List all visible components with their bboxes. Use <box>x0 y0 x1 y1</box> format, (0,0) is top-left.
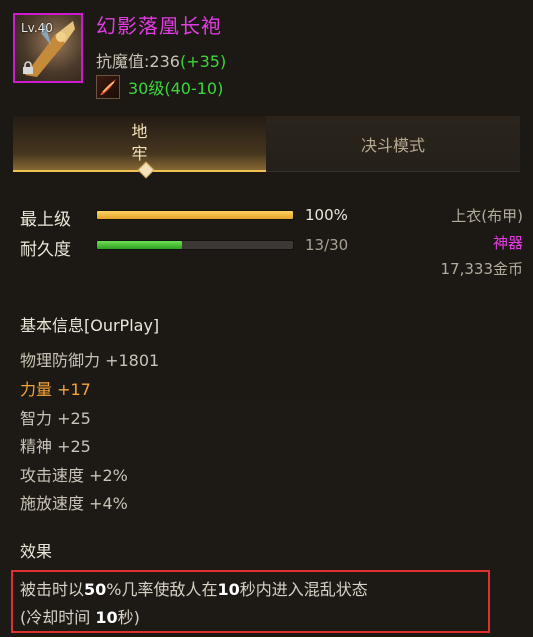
tab-dungeon[interactable]: 地牢 <box>13 116 266 172</box>
magic-resist-line: 抗魔值:236(+35) <box>96 48 226 72</box>
attr-attack-speed: 攻击速度 +2% <box>20 466 128 485</box>
attr-spirit: 精神 +25 <box>20 437 91 456</box>
durability-bar-fill <box>97 241 182 249</box>
tab-duel-mode[interactable]: 决斗模式 <box>266 116 520 172</box>
magic-resist-bonus: (+35) <box>179 52 227 71</box>
upgrade-label: 最上级 <box>20 210 71 230</box>
effect-text-segment: 被击时以 <box>20 580 85 599</box>
sell-price: 17,333金币 <box>440 260 524 278</box>
item-tooltip: Lv.40 幻影落凰长袍 抗魔值:236(+35) 30级(40-10) 地牢 <box>0 0 533 637</box>
tab-dungeon-label: 地牢 <box>131 122 148 163</box>
attr-cast-speed: 施放速度 +4% <box>20 494 128 513</box>
effect-chance-value: 50 <box>84 580 107 599</box>
durability-label: 耐久度 <box>20 240 71 260</box>
effect-duration-value: 10 <box>217 580 240 599</box>
item-level-badge: Lv.40 <box>21 21 53 35</box>
effect-line-2: (冷却时间 10秒) <box>20 604 140 628</box>
upgrade-bar-fill <box>97 211 293 219</box>
durability-bar <box>96 240 294 250</box>
level-requirement-text: 30级(40-10) <box>128 79 224 98</box>
lock-icon <box>23 61 33 74</box>
attr-strength: 力量 +17 <box>20 380 91 399</box>
effect-text-segment: 秒) <box>117 608 140 627</box>
tab-duel-label: 决斗模式 <box>360 135 425 155</box>
basic-info-title: 基本信息[OurPlay] <box>20 316 160 335</box>
robe-item-icon[interactable]: Lv.40 <box>13 13 83 83</box>
durability-value: 13/30 <box>305 236 349 254</box>
equipment-slot: 上衣(布甲) <box>451 207 523 225</box>
mode-tabs: 地牢 决斗模式 <box>13 116 520 179</box>
upgrade-value: 100% <box>305 206 348 224</box>
magic-resist-label: 抗魔值: <box>96 52 150 71</box>
rarity-label: 神器 <box>492 234 523 252</box>
level-requirement: 30级(40-10) <box>96 74 223 100</box>
magic-resist-value: 236 <box>149 52 180 71</box>
effect-line-1: 被击时以50%几率使敌人在10秒内进入混乱状态 <box>20 576 368 600</box>
upgrade-bar <box>96 210 294 220</box>
phoenix-feather-icon <box>96 75 120 99</box>
effect-title: 效果 <box>20 542 53 561</box>
effect-cooldown-value: 10 <box>95 608 118 627</box>
effect-text-segment: (冷却时间 <box>20 608 96 627</box>
attr-intelligence: 智力 +25 <box>20 409 91 428</box>
attr-physical-defense: 物理防御力 +1801 <box>20 351 160 370</box>
effect-text-segment: %几率使敌人在 <box>106 580 218 599</box>
item-name: 幻影落凰长袍 <box>96 14 222 38</box>
effect-text-segment: 秒内进入混乱状态 <box>239 580 368 599</box>
item-header: Lv.40 幻影落凰长袍 抗魔值:236(+35) 30级(40-10) <box>0 0 533 112</box>
